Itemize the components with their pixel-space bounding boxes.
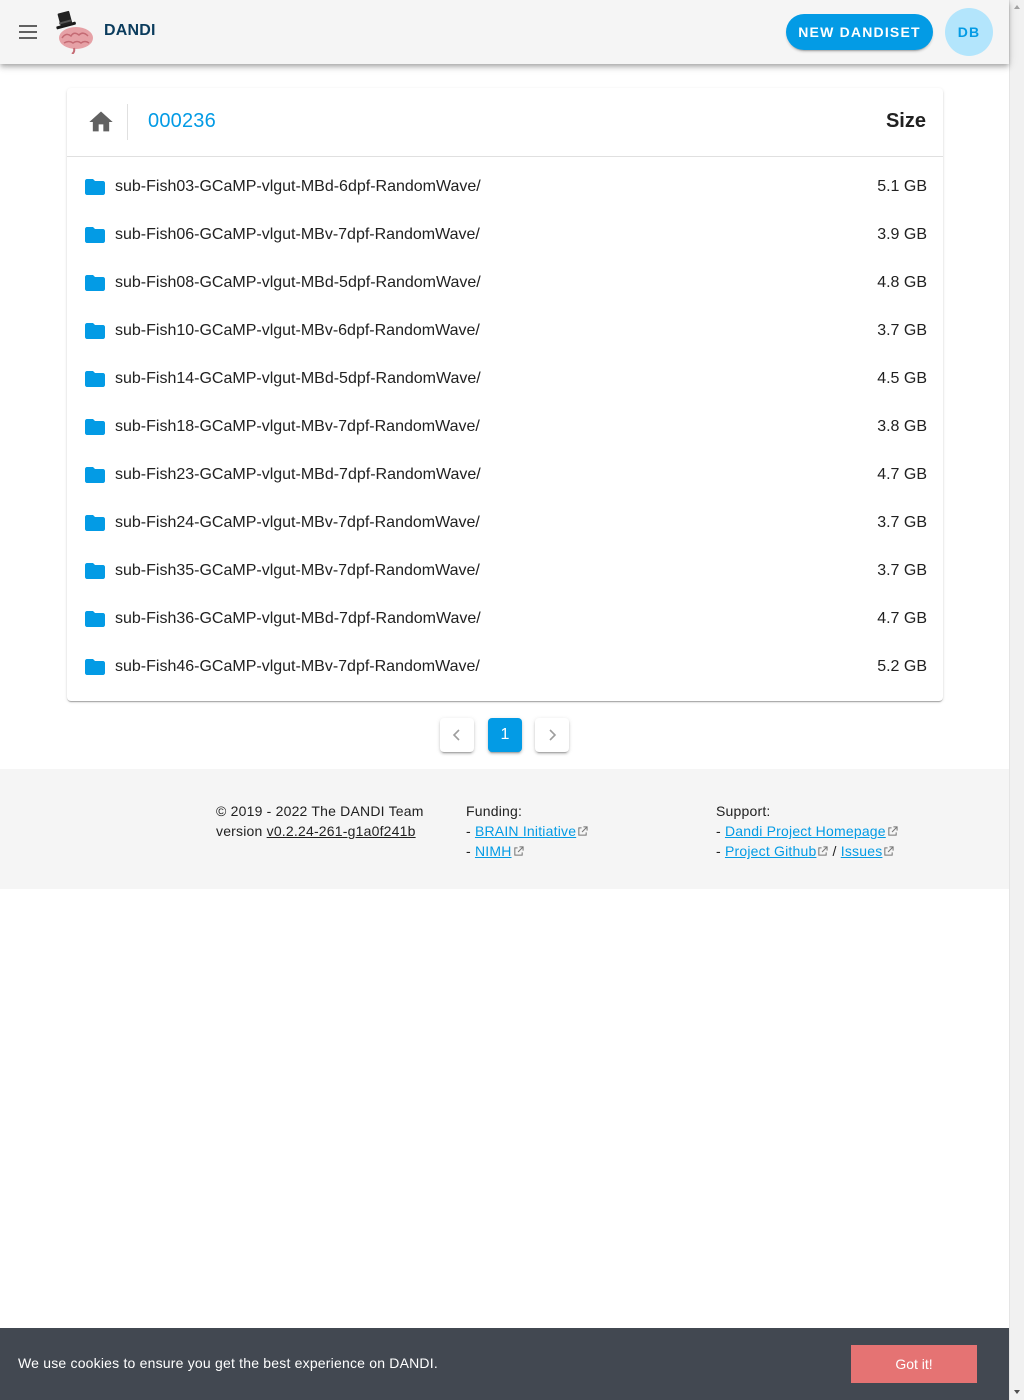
- folder-icon: [85, 275, 105, 291]
- funding-item: - BRAIN Initiative: [466, 821, 588, 841]
- previous-page-button[interactable]: [440, 718, 474, 752]
- folder-icon: [85, 563, 105, 579]
- folder-row[interactable]: sub-Fish24-GCaMP-vlgut-MBv-7dpf-RandomWa…: [67, 501, 943, 549]
- support-item: - Dandi Project Homepage: [716, 821, 898, 841]
- copyright-text: © 2019 - 2022 The DANDI Team: [216, 803, 424, 819]
- funding-item: - NIMH: [466, 841, 588, 861]
- folder-row[interactable]: sub-Fish08-GCaMP-vlgut-MBd-5dpf-RandomWa…: [67, 261, 943, 309]
- file-browser-header: 000236 Size: [67, 88, 943, 157]
- scroll-up-arrow-icon[interactable]: [1010, 0, 1024, 15]
- folder-icon: [85, 467, 105, 483]
- version-line: version v0.2.24-261-g1a0f241b: [216, 821, 424, 841]
- folder-name[interactable]: sub-Fish35-GCaMP-vlgut-MBv-7dpf-RandomWa…: [115, 562, 480, 580]
- folder-icon: [85, 419, 105, 435]
- footer-support-column: Support: - Dandi Project Homepage - Proj…: [716, 801, 898, 861]
- folder-row[interactable]: sub-Fish36-GCaMP-vlgut-MBd-7dpf-RandomWa…: [67, 597, 943, 645]
- folder-row[interactable]: sub-Fish10-GCaMP-vlgut-MBv-6dpf-RandomWa…: [67, 309, 943, 357]
- folder-size: 4.7 GB: [877, 610, 927, 627]
- next-page-button[interactable]: [535, 718, 569, 752]
- app-bar: DANDI NEW DANDISET DB: [0, 0, 1009, 64]
- folder-icon: [85, 611, 105, 627]
- folder-size: 3.7 GB: [877, 514, 927, 531]
- footer: © 2019 - 2022 The DANDI Team version v0.…: [0, 769, 1009, 889]
- folder-name[interactable]: sub-Fish10-GCaMP-vlgut-MBv-6dpf-RandomWa…: [115, 322, 480, 340]
- brain-initiative-link[interactable]: BRAIN Initiative: [475, 823, 576, 839]
- brand-title[interactable]: DANDI: [104, 22, 156, 40]
- folder-size: 5.1 GB: [877, 178, 927, 195]
- folder-size: 3.9 GB: [877, 226, 927, 243]
- folder-row[interactable]: sub-Fish14-GCaMP-vlgut-MBd-5dpf-RandomWa…: [67, 357, 943, 405]
- external-link-icon: [513, 846, 524, 856]
- external-link-icon: [818, 846, 829, 856]
- chevron-left-icon: [452, 729, 460, 741]
- folder-icon: [85, 323, 105, 339]
- folder-icon: [85, 179, 105, 195]
- cookie-accept-button[interactable]: Got it!: [851, 1345, 977, 1383]
- folder-name[interactable]: sub-Fish08-GCaMP-vlgut-MBd-5dpf-RandomWa…: [115, 274, 481, 292]
- list-dash: -: [466, 843, 475, 859]
- list-dash: -: [716, 823, 725, 839]
- page-scrollbar[interactable]: [1009, 0, 1024, 1400]
- project-github-link[interactable]: Project Github: [725, 843, 817, 859]
- folder-name[interactable]: sub-Fish14-GCaMP-vlgut-MBd-5dpf-RandomWa…: [115, 370, 481, 388]
- folder-name[interactable]: sub-Fish24-GCaMP-vlgut-MBv-7dpf-RandomWa…: [115, 514, 480, 532]
- list-dash: -: [716, 843, 725, 859]
- folder-row[interactable]: sub-Fish35-GCaMP-vlgut-MBv-7dpf-RandomWa…: [67, 549, 943, 597]
- folder-name[interactable]: sub-Fish23-GCaMP-vlgut-MBd-7dpf-RandomWa…: [115, 466, 481, 484]
- external-link-icon: [578, 826, 588, 836]
- nimh-link[interactable]: NIMH: [475, 843, 512, 859]
- dandi-homepage-link[interactable]: Dandi Project Homepage: [725, 823, 886, 839]
- folder-icon: [85, 515, 105, 531]
- footer-copyright-column: © 2019 - 2022 The DANDI Team version v0.…: [216, 801, 424, 841]
- folder-size: 3.7 GB: [877, 562, 927, 579]
- size-column-header: Size: [885, 110, 926, 132]
- app: DANDI NEW DANDISET DB 000236 Size sub-Fi…: [0, 0, 1009, 1400]
- folder-icon: [85, 659, 105, 675]
- support-item: - Project Github / Issues: [716, 841, 898, 861]
- footer-funding-column: Funding: - BRAIN Initiative - NIMH: [466, 801, 588, 861]
- folder-row[interactable]: sub-Fish23-GCaMP-vlgut-MBd-7dpf-RandomWa…: [67, 453, 943, 501]
- new-dandiset-button[interactable]: NEW DANDISET: [786, 14, 933, 50]
- file-browser-card: 000236 Size sub-Fish03-GCaMP-vlgut-MBd-6…: [67, 88, 943, 701]
- breadcrumb-dandiset-id[interactable]: 000236: [148, 110, 216, 133]
- issues-link[interactable]: Issues: [841, 843, 883, 859]
- external-link-icon: [884, 846, 895, 856]
- folder-name[interactable]: sub-Fish03-GCaMP-vlgut-MBd-6dpf-RandomWa…: [115, 178, 481, 196]
- support-label: Support:: [716, 803, 771, 819]
- folder-size: 3.8 GB: [877, 418, 927, 435]
- user-avatar[interactable]: DB: [945, 8, 993, 56]
- list-dash: -: [466, 823, 475, 839]
- link-separator: /: [828, 843, 841, 859]
- cookie-message: We use cookies to ensure you get the bes…: [18, 1355, 438, 1371]
- folder-name[interactable]: sub-Fish18-GCaMP-vlgut-MBv-7dpf-RandomWa…: [115, 418, 480, 436]
- folder-row[interactable]: sub-Fish06-GCaMP-vlgut-MBv-7dpf-RandomWa…: [67, 213, 943, 261]
- external-link-icon: [888, 826, 898, 836]
- folder-row[interactable]: sub-Fish18-GCaMP-vlgut-MBv-7dpf-RandomWa…: [67, 405, 943, 453]
- folder-name[interactable]: sub-Fish06-GCaMP-vlgut-MBv-7dpf-RandomWa…: [115, 226, 480, 244]
- folder-size: 4.5 GB: [877, 370, 927, 387]
- folder-row[interactable]: sub-Fish03-GCaMP-vlgut-MBd-6dpf-RandomWa…: [67, 165, 943, 213]
- cookie-banner: We use cookies to ensure you get the bes…: [0, 1328, 1009, 1400]
- version-prefix: version: [216, 823, 267, 839]
- version-link[interactable]: v0.2.24-261-g1a0f241b: [267, 823, 416, 839]
- folder-icon: [85, 371, 105, 387]
- home-icon[interactable]: [87, 108, 115, 136]
- folder-icon: [85, 227, 105, 243]
- dandi-logo[interactable]: [52, 10, 96, 55]
- folder-row[interactable]: sub-Fish46-GCaMP-vlgut-MBv-7dpf-RandomWa…: [67, 645, 943, 693]
- header-divider: [127, 104, 128, 140]
- folder-size: 5.2 GB: [877, 658, 927, 675]
- folder-size: 4.8 GB: [877, 274, 927, 291]
- funding-label: Funding:: [466, 803, 523, 819]
- page-1-button[interactable]: 1: [488, 718, 522, 752]
- menu-icon[interactable]: [12, 16, 44, 48]
- folder-name[interactable]: sub-Fish46-GCaMP-vlgut-MBv-7dpf-RandomWa…: [115, 658, 480, 676]
- chevron-right-icon: [549, 729, 557, 741]
- folder-size: 3.7 GB: [877, 322, 927, 339]
- scroll-down-arrow-icon[interactable]: [1010, 1385, 1024, 1400]
- folder-name[interactable]: sub-Fish36-GCaMP-vlgut-MBd-7dpf-RandomWa…: [115, 610, 481, 628]
- folder-size: 4.7 GB: [877, 466, 927, 483]
